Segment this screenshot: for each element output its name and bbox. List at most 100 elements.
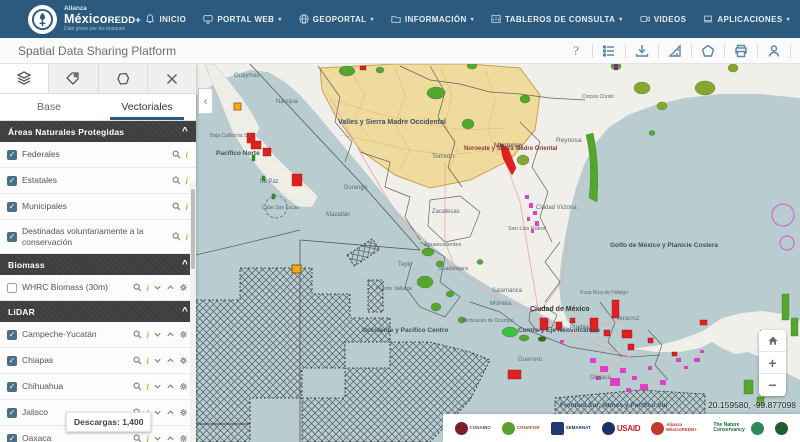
settings-icon[interactable]	[179, 434, 188, 442]
help-button[interactable]: ?	[563, 41, 589, 61]
brand-tagline: Dale green por los bosques	[64, 27, 141, 32]
legend-button[interactable]	[596, 41, 622, 61]
nav-tableros[interactable]: TABLEROS DE CONSULTA▾	[491, 14, 623, 24]
zoom-in-button[interactable]: +	[759, 352, 786, 374]
semarnat-logo-icon	[551, 422, 564, 435]
layer-checkbox[interactable]: ✓	[7, 382, 17, 392]
svg-text:Guaymas: Guaymas	[234, 73, 260, 79]
move-up-icon[interactable]	[166, 382, 175, 391]
layers-sidebar: Base Vectoriales Áreas Naturales Protegi…	[0, 64, 196, 442]
tag-icon	[65, 71, 81, 87]
svg-text:Golfo de México y Planicie Cos: Golfo de México y Planicie Costera	[610, 242, 718, 249]
layer-checkbox[interactable]: ✓	[7, 202, 17, 212]
layer-checkbox[interactable]	[7, 283, 17, 293]
move-down-icon[interactable]	[153, 434, 162, 442]
measure-button[interactable]	[662, 41, 688, 61]
home-icon	[767, 335, 779, 347]
info-icon[interactable]: i	[185, 176, 188, 186]
move-up-icon[interactable]	[166, 330, 175, 339]
print-button[interactable]	[728, 41, 754, 61]
svg-text:Occidente y Pacífico Centro: Occidente y Pacífico Centro	[362, 327, 448, 334]
platform-toolbar: Spatial Data Sharing Platform ?	[0, 38, 800, 64]
settings-icon[interactable]	[179, 356, 188, 365]
nav-portal-web[interactable]: PORTAL WEB▾	[203, 14, 281, 24]
layer-row-whrc-biomass: WHRC Biomass (30m) i	[0, 275, 196, 301]
nav-inicio[interactable]: INICIO	[145, 14, 186, 24]
layer-checkbox[interactable]: ✓	[7, 356, 17, 366]
section-header-lidar[interactable]: LiDAR^	[0, 301, 196, 322]
move-down-icon[interactable]	[153, 356, 162, 365]
layer-checkbox[interactable]: ✓	[7, 330, 17, 340]
tab-layers[interactable]	[0, 64, 49, 93]
svg-text:Aguascalientes: Aguascalientes	[424, 242, 462, 248]
layer-checkbox[interactable]: ✓	[7, 408, 17, 418]
move-up-icon[interactable]	[166, 356, 175, 365]
zoom-out-button[interactable]: −	[759, 374, 786, 396]
nav-geoportal[interactable]: GEOPORTAL▾	[299, 14, 374, 24]
info-icon[interactable]: i	[146, 283, 149, 293]
zoom-icon[interactable]	[172, 150, 181, 159]
move-down-icon[interactable]	[153, 408, 162, 417]
camera-icon	[640, 14, 650, 24]
move-up-icon[interactable]	[166, 434, 175, 442]
zoom-icon[interactable]	[172, 202, 181, 211]
info-icon[interactable]: i	[146, 382, 149, 392]
info-icon[interactable]: i	[146, 434, 149, 442]
logo-semarnat: SEMARNAT	[551, 422, 591, 435]
coordinates-readout: 20.159580, -99.877098	[708, 400, 796, 410]
layer-row-destinadas: ✓ Destinadas voluntariamente a la conser…	[0, 220, 196, 254]
bell-icon	[145, 14, 155, 24]
zoom-icon[interactable]	[133, 434, 142, 442]
subtab-base[interactable]: Base	[0, 94, 98, 120]
draw-polygon-button[interactable]	[695, 41, 721, 61]
dashboard-icon	[491, 14, 501, 24]
user-button[interactable]	[761, 41, 787, 61]
home-button[interactable]	[759, 330, 786, 352]
move-down-icon[interactable]	[153, 382, 162, 391]
sidebar-collapse-button[interactable]: ‹	[198, 88, 213, 114]
info-icon[interactable]: i	[185, 232, 188, 242]
zoom-icon[interactable]	[133, 283, 142, 292]
info-icon[interactable]: i	[146, 330, 149, 340]
tab-shapes[interactable]	[99, 64, 148, 93]
zoom-icon[interactable]	[133, 356, 142, 365]
move-up-icon[interactable]	[166, 408, 175, 417]
zoom-icon[interactable]	[172, 232, 181, 241]
settings-icon[interactable]	[179, 382, 188, 391]
download-button[interactable]	[629, 41, 655, 61]
move-down-icon[interactable]	[153, 330, 162, 339]
zoom-icon[interactable]	[133, 330, 142, 339]
nav-videos[interactable]: VIDEOS	[640, 14, 687, 24]
subtab-vectoriales[interactable]: Vectoriales	[98, 94, 196, 120]
tab-tags[interactable]	[49, 64, 98, 93]
nav-informacion[interactable]: INFORMACIÓN▾	[391, 14, 474, 24]
layer-checkbox[interactable]: ✓	[7, 232, 17, 242]
info-icon[interactable]: i	[146, 356, 149, 366]
legend-icon	[602, 44, 616, 58]
layer-checkbox[interactable]: ✓	[7, 176, 17, 186]
section-header-biomass[interactable]: Biomass^	[0, 254, 196, 275]
settings-icon[interactable]	[179, 283, 188, 292]
brand-logo[interactable]: Alianza MéxicoREDD+ Dale green por los b…	[28, 5, 141, 34]
move-down-icon[interactable]	[153, 283, 162, 292]
move-up-icon[interactable]	[166, 283, 175, 292]
svg-text:Tepic: Tepic	[398, 262, 412, 268]
zoom-icon[interactable]	[133, 382, 142, 391]
zoom-icon[interactable]	[172, 176, 181, 185]
svg-text:Monterrey: Monterrey	[494, 142, 524, 149]
info-icon[interactable]: i	[185, 202, 188, 212]
sidebar-scrollbar[interactable]	[190, 183, 196, 442]
settings-icon[interactable]	[179, 408, 188, 417]
nav-aplicaciones[interactable]: APLICACIONES▾	[703, 14, 790, 24]
chevron-up-icon: ^	[182, 126, 188, 137]
scrollbar-thumb[interactable]	[191, 189, 195, 269]
settings-icon[interactable]	[179, 330, 188, 339]
layer-row-municipales: ✓ Municipales i	[0, 194, 196, 220]
info-icon[interactable]: i	[185, 150, 188, 160]
layer-checkbox[interactable]: ✓	[7, 434, 17, 442]
layer-checkbox[interactable]: ✓	[7, 150, 17, 160]
brand-name: MéxicoREDD+	[64, 13, 141, 26]
section-header-anp[interactable]: Áreas Naturales Protegidas^	[0, 121, 196, 142]
tab-close[interactable]	[148, 64, 196, 93]
tnc-globe-icon	[751, 422, 764, 435]
